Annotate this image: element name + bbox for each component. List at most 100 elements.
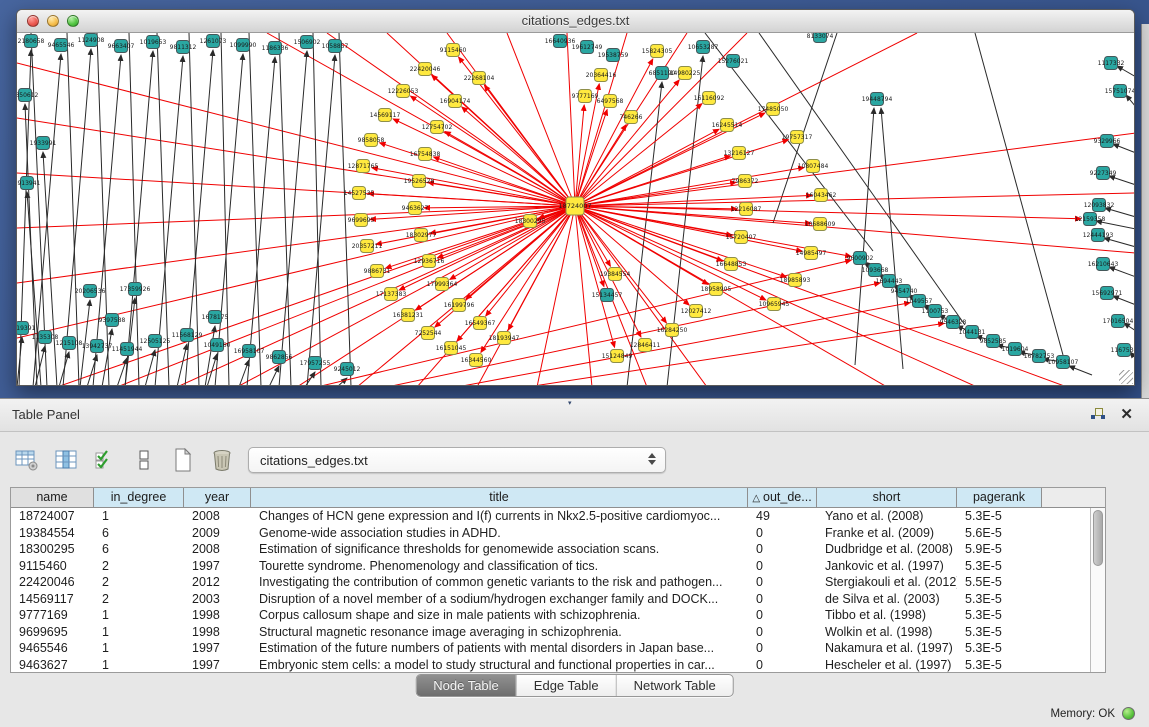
table-cell[interactable]: 5.5E-5 [957,574,1042,591]
column-header-pagerank[interactable]: pagerank [957,488,1042,507]
graph-node[interactable]: 16245514 [712,119,743,132]
graph-node[interactable]: 9858058 [358,134,385,147]
table-cell[interactable]: 0 [748,541,817,558]
table-cell[interactable]: 1 [94,508,184,525]
table-cell[interactable]: 18300295 [11,541,94,558]
table-cell[interactable]: Genome-wide association studies in ADHD. [251,525,748,542]
table-cell[interactable]: Investigating the contribution of common… [251,574,748,591]
table-cell[interactable]: 0 [748,607,817,624]
memory-status-indicator[interactable] [1122,707,1135,720]
graph-node[interactable]: 16199796 [444,299,475,312]
network-window-titlebar[interactable]: citations_edges.txt [17,10,1134,33]
table-cell[interactable]: 0 [748,657,817,673]
graph-node[interactable]: 7252544 [415,327,442,340]
graph-node[interactable]: 8133074 [807,33,834,43]
table-cell[interactable]: Tibbo et al. (1998) [817,607,957,624]
graph-node[interactable]: 1261073 [200,35,227,48]
unmerge-rows-icon[interactable] [131,447,157,473]
graph-node[interactable]: 20364416 [586,69,617,82]
graph-node[interactable]: 16381231 [393,309,424,322]
table-cell[interactable]: Nakamura et al. (1997) [817,640,957,657]
graph-node[interactable]: 17999364 [427,278,458,291]
table-row[interactable]: 946362711997Embryonic stem cells: a mode… [11,657,1090,673]
table-row[interactable]: 1456911722003Disruption of a novel membe… [11,591,1090,608]
table-cell[interactable]: 2 [94,574,184,591]
graph-node[interactable]: 9397588 [99,314,126,327]
graph-node[interactable]: 16344560 [461,354,492,367]
table-cell[interactable]: 2012 [184,574,251,591]
table-cell[interactable]: 0 [748,558,817,575]
graph-node[interactable]: 10807484 [798,160,829,173]
table-cell[interactable]: 5.3E-5 [957,640,1042,657]
graph-node[interactable]: 2180658 [18,35,45,48]
graph-node[interactable]: 12505125 [140,335,171,348]
table-cell[interactable]: Structural magnetic resonance image aver… [251,624,748,641]
table-cell[interactable]: 0 [748,640,817,657]
table-cell[interactable]: 49 [748,508,817,525]
table-cell[interactable]: Changes of HCN gene expression and I(f) … [251,508,748,525]
graph-node[interactable]: 9600902 [847,252,874,265]
table-cell[interactable]: Yano et al. (2008) [817,508,957,525]
graph-node[interactable]: 10653287 [688,41,719,54]
graph-node[interactable]: 14980225 [670,67,701,80]
graph-node[interactable]: 19538759 [598,49,629,62]
table-cell[interactable]: Stergiakouli et al. (2012) [817,574,957,591]
table-scrollbar[interactable] [1090,508,1105,672]
table-cell[interactable]: 0 [748,525,817,542]
table-cell[interactable]: 2008 [184,541,251,558]
table-cell[interactable]: Franke et al. (2009) [817,525,957,542]
column-header-short[interactable]: short [817,488,957,507]
table-cell[interactable]: 9463627 [11,657,94,673]
graph-node[interactable]: 15751074 [1105,85,1134,98]
graph-node[interactable]: 9862856 [266,351,293,364]
table-cell[interactable]: 6 [94,525,184,542]
table-cell[interactable]: 1 [94,607,184,624]
table-cell[interactable]: 1 [94,624,184,641]
table-cell[interactable]: 2 [94,591,184,608]
delete-trash-icon[interactable] [209,447,235,473]
table-source-dropdown[interactable]: citations_edges.txt [248,447,666,473]
table-cell[interactable]: 5.3E-5 [957,508,1042,525]
graph-node[interactable]: 18985893 [780,274,811,287]
column-header-title[interactable]: title [251,488,748,507]
graph-node[interactable]: 9811312 [170,41,197,54]
graph-node[interactable]: 1044131 [959,326,986,339]
select-all-icon[interactable] [92,447,118,473]
table-cell[interactable]: 5.6E-5 [957,525,1042,542]
graph-node[interactable]: 9663407 [108,40,135,53]
table-cell[interactable]: de Silva et al. (2003) [817,591,957,608]
scrollbar-thumb[interactable] [1093,510,1103,566]
table-cell[interactable]: 1998 [184,624,251,641]
column-header-name[interactable]: name [11,488,94,507]
table-cell[interactable]: Corpus callosum shape and size in male p… [251,607,748,624]
table-cell[interactable]: Estimation of the future numbers of pati… [251,640,748,657]
graph-node[interactable]: 16754838 [410,148,441,161]
graph-node[interactable]: 1049160 [204,339,231,352]
table-cell[interactable]: Disruption of a novel member of a sodium… [251,591,748,608]
graph-node[interactable]: 9350612 [17,89,39,102]
graph-node[interactable]: 14527535 [344,187,375,200]
graph-node[interactable]: 15276021 [718,55,749,68]
table-cell[interactable]: 0 [748,574,817,591]
table-cell[interactable]: Hescheler et al. (1997) [817,657,957,673]
graph-node[interactable]: 20357211 [352,240,383,253]
table-cell[interactable]: 1997 [184,640,251,657]
table-row[interactable]: 969969511998Structural magnetic resonanc… [11,624,1090,641]
graph-node[interactable]: 16284250 [657,324,688,337]
table-cell[interactable]: 9699695 [11,624,94,641]
table-cell[interactable]: 5.3E-5 [957,607,1042,624]
table-cell[interactable]: 1998 [184,607,251,624]
table-cell[interactable]: 18724007 [11,508,94,525]
table-cell[interactable]: 19384554 [11,525,94,542]
graph-node[interactable]: 6497568 [597,95,624,108]
graph-node[interactable]: 1678175 [202,311,229,324]
resize-grip-icon[interactable] [1119,370,1133,384]
table-cell[interactable]: 5.3E-5 [957,591,1042,608]
select-column-icon[interactable] [53,447,79,473]
graph-node[interactable]: 15824305 [642,45,673,58]
table-cell[interactable]: 5.9E-5 [957,541,1042,558]
graph-node[interactable]: 13216127 [724,147,755,160]
table-cell[interactable]: 0 [748,591,817,608]
table-row[interactable]: 946554611997Estimation of the future num… [11,640,1090,657]
table-row[interactable]: 1830029562008Estimation of significance … [11,541,1090,558]
